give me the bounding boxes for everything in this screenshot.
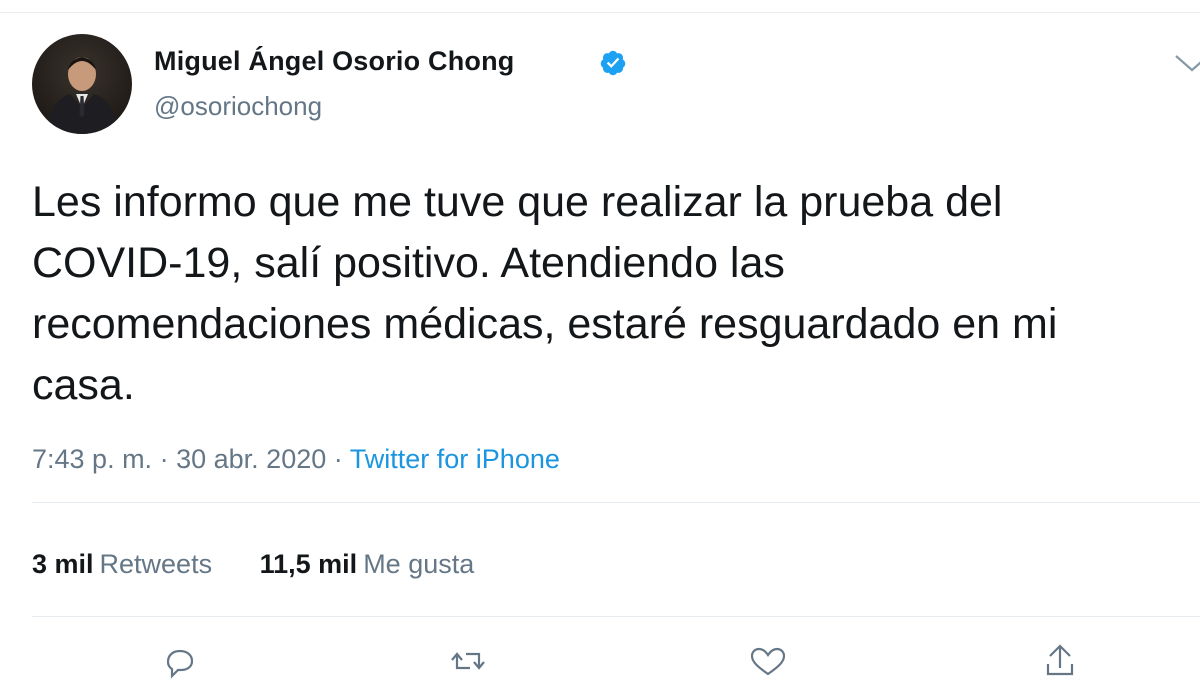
tweet-stats: 3 mil Retweets 11,5 mil Me gusta [32,549,514,580]
heart-icon [750,647,786,676]
author-handle[interactable]: @osoriochong [154,91,322,122]
share-button[interactable] [1036,640,1084,688]
tweet-text: Les informo que me tuve que realizar la … [32,178,1058,409]
top-border [0,12,1200,13]
reply-button[interactable] [154,640,202,688]
share-icon [1046,644,1074,676]
tweet-header: Miguel Ángel Osorio Chong @osoriochong [32,34,1200,134]
chevron-down-icon[interactable] [1170,50,1200,80]
meta-separator: · [333,444,343,474]
like-button[interactable] [744,640,792,688]
retweet-button[interactable] [444,640,492,688]
tweet-date[interactable]: 30 abr. 2020 [176,444,326,474]
avatar[interactable] [32,34,132,134]
divider [32,616,1200,617]
tweet-time[interactable]: 7:43 p. m. [32,444,152,474]
retweets-stat[interactable]: 3 mil Retweets [32,549,212,580]
reply-icon [166,649,194,679]
tweet-meta: 7:43 p. m. · 30 abr. 2020 · Twitter for … [32,444,560,475]
tweet-source-link[interactable]: Twitter for iPhone [350,444,560,474]
tweet-actions [0,640,1200,680]
likes-count: 11,5 mil [259,549,358,579]
divider [32,502,1200,503]
likes-label: Me gusta [363,549,475,579]
retweets-label: Retweets [99,549,213,579]
retweet-icon [451,652,485,670]
author-name[interactable]: Miguel Ángel Osorio Chong [154,46,514,77]
retweets-count: 3 mil [32,549,94,579]
verified-badge-icon [600,50,626,76]
meta-separator: · [159,444,169,474]
likes-stat[interactable]: 11,5 mil Me gusta [260,549,475,580]
